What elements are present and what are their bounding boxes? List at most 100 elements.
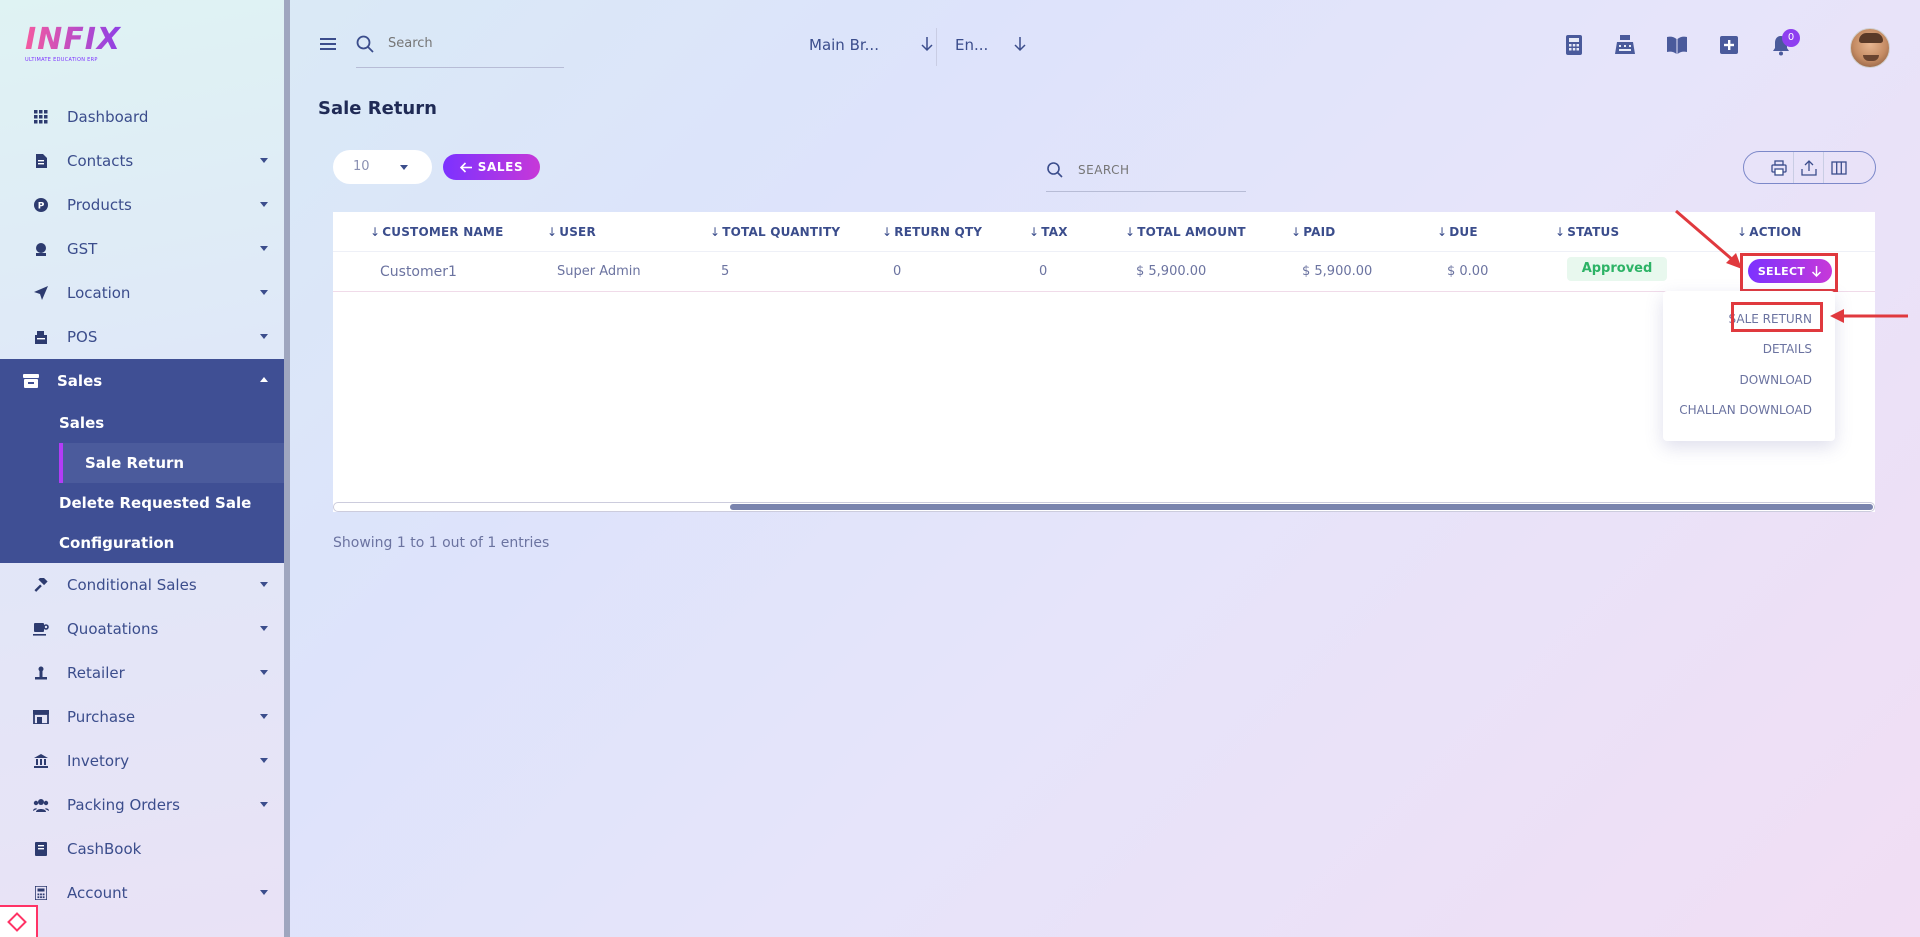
page-title: Sale Return bbox=[318, 98, 437, 119]
sidebar-item-packing-orders[interactable]: Packing Orders bbox=[0, 783, 284, 827]
sidebar-subitem-configuration[interactable]: Configuration bbox=[0, 523, 284, 563]
sidebar-item-purchase[interactable]: Purchase bbox=[0, 695, 284, 739]
sidebar-subitem-sale-return[interactable]: Sale Return bbox=[59, 443, 284, 483]
column-header-paid[interactable]: ↓ PAID bbox=[1291, 225, 1335, 239]
column-header-tax[interactable]: ↓ TAX bbox=[1029, 225, 1068, 239]
sidebar-item-label: Retailer bbox=[67, 664, 125, 682]
print-button[interactable] bbox=[1764, 152, 1794, 183]
laravel-debug-icon[interactable] bbox=[0, 905, 38, 937]
logo-text: INFIX bbox=[25, 24, 125, 56]
cell-customer: Customer1 bbox=[380, 264, 457, 280]
sidebar-item-label: Packing Orders bbox=[67, 796, 180, 814]
users-icon bbox=[33, 797, 49, 813]
sort-arrow-icon: ↓ bbox=[1291, 225, 1302, 239]
sidebar-item-account[interactable]: Account bbox=[0, 871, 284, 915]
menu-toggle-icon[interactable] bbox=[320, 38, 336, 50]
cell-total-quantity: 5 bbox=[721, 264, 730, 279]
menu-item-download[interactable]: DOWNLOAD bbox=[1740, 373, 1812, 387]
logo-tagline: ULTIMATE EDUCATION ERP bbox=[25, 57, 98, 63]
column-header-due[interactable]: ↓ DUE bbox=[1437, 225, 1478, 239]
sidebar-group-sales: Sales Sales Sale Return Delete Requested… bbox=[0, 359, 284, 563]
contacts-icon bbox=[33, 153, 49, 169]
sort-arrow-icon: ↓ bbox=[710, 225, 721, 239]
language-select[interactable]: En... bbox=[955, 36, 1027, 58]
sidebar-item-label: Account bbox=[67, 884, 128, 902]
sidebar-subitem-sales[interactable]: Sales bbox=[0, 403, 284, 443]
sidebar-item-gst[interactable]: GST bbox=[0, 227, 284, 271]
menu-item-details[interactable]: DETAILS bbox=[1763, 342, 1812, 356]
export-button[interactable] bbox=[1794, 152, 1824, 183]
plus-square-icon[interactable] bbox=[1718, 34, 1740, 56]
sidebar-item-retailer[interactable]: Retailer bbox=[0, 651, 284, 695]
caret-down-icon bbox=[260, 626, 268, 631]
caret-down-icon bbox=[260, 802, 268, 807]
calculator-icon[interactable] bbox=[1563, 34, 1585, 56]
annotation-arrow-icon bbox=[1830, 309, 1908, 323]
cell-due: $ 0.00 bbox=[1447, 264, 1489, 279]
caret-down-icon bbox=[260, 334, 268, 339]
export-icon bbox=[1800, 159, 1817, 176]
sort-arrow-icon: ↓ bbox=[882, 225, 893, 239]
book-icon bbox=[33, 841, 49, 857]
horizontal-scrollbar[interactable] bbox=[333, 502, 1875, 512]
caret-down-icon bbox=[260, 670, 268, 675]
caret-down-icon bbox=[260, 158, 268, 163]
table-search-input[interactable] bbox=[1078, 163, 1238, 177]
sidebar-item-label: Products bbox=[67, 196, 132, 214]
avatar[interactable] bbox=[1850, 28, 1890, 68]
logo[interactable]: INFIX ULTIMATE EDUCATION ERP bbox=[25, 24, 125, 69]
branch-select[interactable]: Main Br... bbox=[809, 36, 934, 58]
book-icon[interactable] bbox=[1666, 34, 1688, 56]
caret-down-icon bbox=[260, 758, 268, 763]
cash-register-icon[interactable] bbox=[1614, 34, 1636, 56]
location-icon bbox=[33, 285, 49, 301]
bank-icon bbox=[33, 753, 49, 769]
print-icon bbox=[1770, 159, 1787, 176]
sort-arrow-icon: ↓ bbox=[1125, 225, 1136, 239]
column-header-user[interactable]: ↓ USER bbox=[547, 225, 596, 239]
arrow-down-icon bbox=[921, 37, 933, 52]
caret-down-icon bbox=[260, 290, 268, 295]
sidebar-item-sales[interactable]: Sales bbox=[0, 359, 284, 403]
scrollbar-thumb[interactable] bbox=[730, 504, 1873, 510]
columns-button[interactable] bbox=[1824, 152, 1854, 183]
search-input[interactable] bbox=[388, 36, 558, 51]
caret-down-icon bbox=[260, 582, 268, 587]
sidebar-item-pos[interactable]: POS bbox=[0, 315, 284, 359]
entries-value: 10 bbox=[353, 159, 370, 174]
sort-arrow-icon: ↓ bbox=[1437, 225, 1448, 239]
sidebar-item-location[interactable]: Location bbox=[0, 271, 284, 315]
back-to-sales-button[interactable]: SALES bbox=[443, 154, 540, 180]
column-header-customer-name[interactable]: ↓ CUSTOMER NAME bbox=[370, 225, 503, 239]
sidebar-item-quoatations[interactable]: Quoatations bbox=[0, 607, 284, 651]
column-header-status[interactable]: ↓ STATUS bbox=[1555, 225, 1619, 239]
topbar: Main Br... En... 0 bbox=[296, 0, 1920, 90]
column-header-total-quantity[interactable]: ↓ TOTAL QUANTITY bbox=[710, 225, 840, 239]
sidebar-item-invetory[interactable]: Invetory bbox=[0, 739, 284, 783]
calculator-icon bbox=[33, 885, 49, 901]
pos-icon bbox=[33, 329, 49, 345]
sale-return-table: ↓ CUSTOMER NAME ↓ USER ↓ TOTAL QUANTITY ↓ RE… bbox=[333, 212, 1875, 512]
search-icon bbox=[356, 35, 374, 53]
sidebar-item-label: Conditional Sales bbox=[67, 576, 197, 594]
menu-item-challan-download[interactable]: CHALLAN DOWNLOAD bbox=[1679, 403, 1812, 417]
cell-user: Super Admin bbox=[557, 264, 641, 279]
sidebar-item-cashbook[interactable]: CashBook bbox=[0, 827, 284, 871]
entries-per-page-select[interactable]: 10 bbox=[333, 150, 432, 184]
caret-down-icon bbox=[260, 714, 268, 719]
sidebar-item-products[interactable]: P Products bbox=[0, 183, 284, 227]
table-search bbox=[1046, 158, 1246, 192]
sidebar-item-contacts[interactable]: Contacts bbox=[0, 139, 284, 183]
cell-paid: $ 5,900.00 bbox=[1302, 264, 1373, 279]
sort-arrow-icon: ↓ bbox=[547, 225, 558, 239]
sidebar-item-conditional-sales[interactable]: Conditional Sales bbox=[0, 563, 284, 607]
column-header-total-amount[interactable]: ↓ TOTAL AMOUNT bbox=[1125, 225, 1246, 239]
sidebar-item-label: CashBook bbox=[67, 840, 142, 858]
sidebar-item-dashboard[interactable]: Dashboard bbox=[0, 95, 284, 139]
column-header-return-qty[interactable]: ↓ RETURN QTY bbox=[882, 225, 982, 239]
sidebar-item-label: GST bbox=[67, 240, 98, 258]
sidebar-item-label: Sales bbox=[57, 372, 103, 390]
notification-count-badge: 0 bbox=[1782, 29, 1800, 47]
sidebar-subitem-delete-requested-sale[interactable]: Delete Requested Sale bbox=[0, 483, 284, 523]
sidebar-item-label: Location bbox=[67, 284, 131, 302]
